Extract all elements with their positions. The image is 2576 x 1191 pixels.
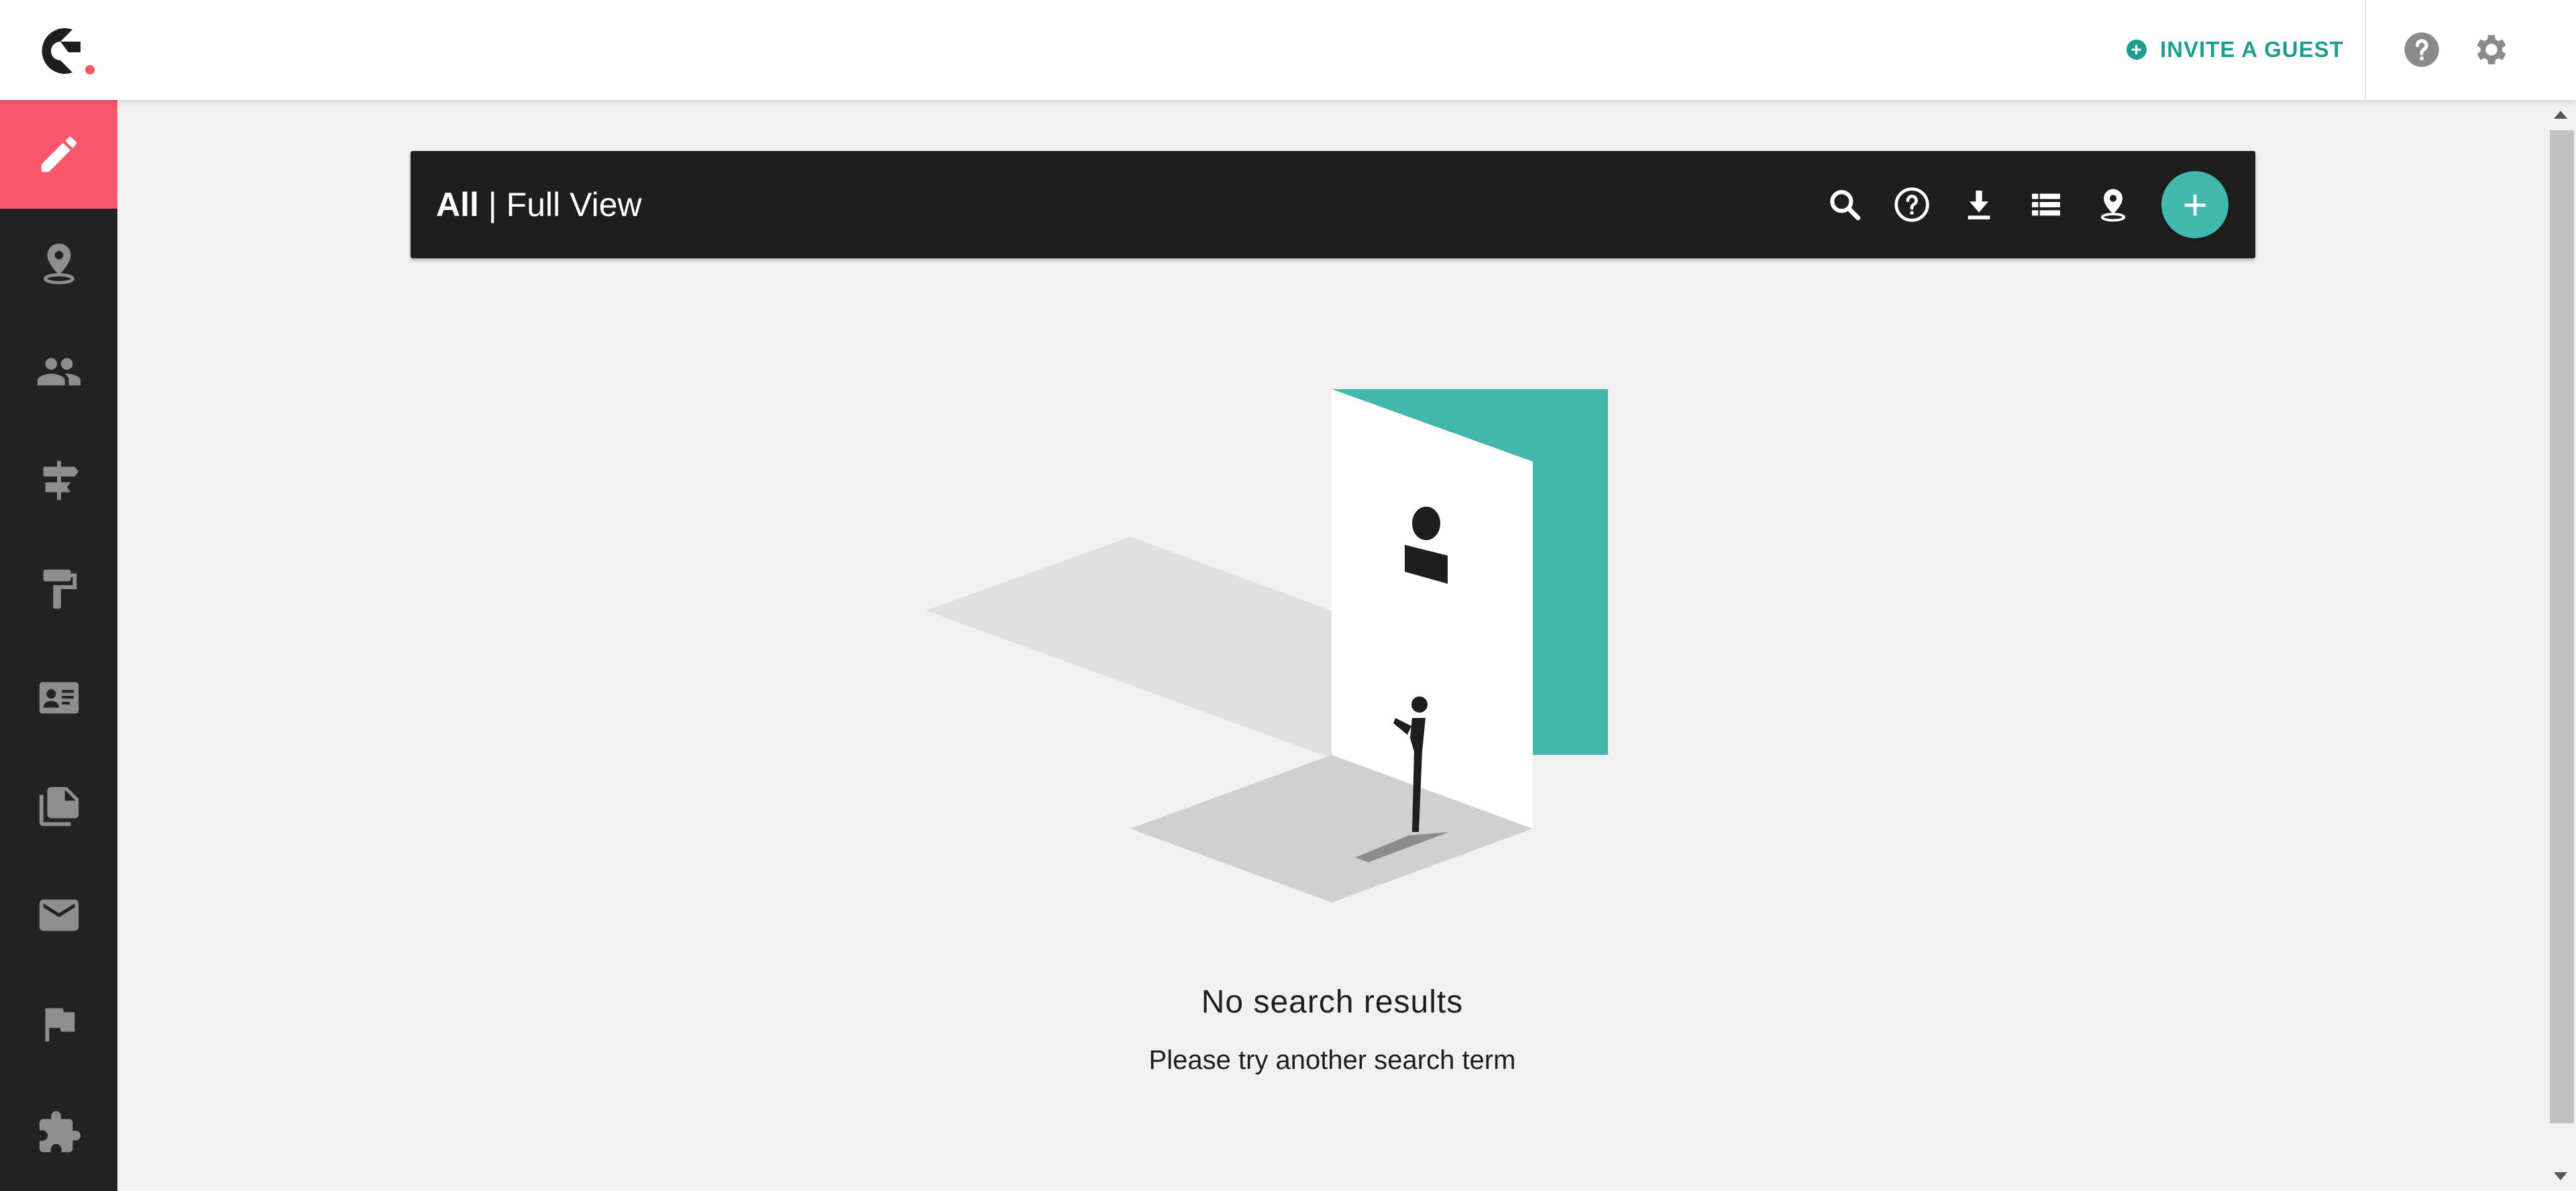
help-circle-icon[interactable] xyxy=(2403,31,2440,68)
id-card-icon xyxy=(39,682,78,714)
download-icon[interactable] xyxy=(1960,186,1998,223)
pencil-icon xyxy=(41,136,76,172)
puzzle-icon xyxy=(39,1110,80,1153)
help-icon[interactable] xyxy=(1893,186,1931,223)
sidebar xyxy=(0,100,117,1191)
sidebar-item-edit[interactable] xyxy=(0,100,117,209)
scroll-up-arrow-icon[interactable] xyxy=(2554,111,2567,119)
main-scrollbar[interactable] xyxy=(2546,100,2576,1191)
top-bar: + INVITE A GUEST xyxy=(0,0,2576,100)
view-title-name: | Full View xyxy=(478,186,642,223)
people-icon xyxy=(37,358,80,386)
view-title[interactable]: All | Full View xyxy=(436,186,642,223)
mail-icon xyxy=(39,899,78,931)
sidebar-item-people[interactable] xyxy=(0,317,117,426)
sidebar-item-branding[interactable] xyxy=(0,535,117,643)
sidebar-item-badges[interactable] xyxy=(0,643,117,752)
sidebar-item-flags[interactable] xyxy=(0,970,117,1078)
plus-circle-icon: + xyxy=(2127,40,2147,60)
empty-state-title: No search results xyxy=(1201,984,1464,1020)
list-view-icon[interactable] xyxy=(2027,186,2065,223)
app-logo[interactable] xyxy=(34,23,101,79)
sidebar-item-locations[interactable] xyxy=(0,209,117,317)
flag-icon xyxy=(45,1008,74,1042)
sidebar-item-integrations[interactable] xyxy=(0,1078,117,1187)
view-toolbar: All | Full View + xyxy=(411,151,2255,258)
empty-state-subtitle: Please try another search term xyxy=(1148,1045,1516,1075)
sidebar-item-directions[interactable] xyxy=(0,426,117,535)
scroll-down-arrow-icon[interactable] xyxy=(2554,1172,2567,1180)
header-divider xyxy=(2365,0,2366,100)
scrollbar-thumb[interactable] xyxy=(2550,130,2574,1123)
sidebar-item-documents[interactable] xyxy=(0,752,117,861)
documents-icon xyxy=(39,786,78,827)
invite-guest-button[interactable]: + INVITE A GUEST xyxy=(2127,32,2344,67)
invite-guest-label: INVITE A GUEST xyxy=(2160,37,2344,62)
map-view-icon[interactable] xyxy=(2094,186,2132,223)
paint-roller-icon xyxy=(43,569,76,609)
empty-state-illustration xyxy=(926,389,1608,902)
gear-icon[interactable] xyxy=(2471,30,2512,70)
map-pin-icon xyxy=(43,243,74,284)
add-button[interactable]: + xyxy=(2161,171,2229,238)
sidebar-item-messages[interactable] xyxy=(0,861,117,970)
view-title-scope: All xyxy=(436,186,479,223)
search-icon[interactable] xyxy=(1826,186,1864,223)
signpost-icon xyxy=(43,460,78,501)
